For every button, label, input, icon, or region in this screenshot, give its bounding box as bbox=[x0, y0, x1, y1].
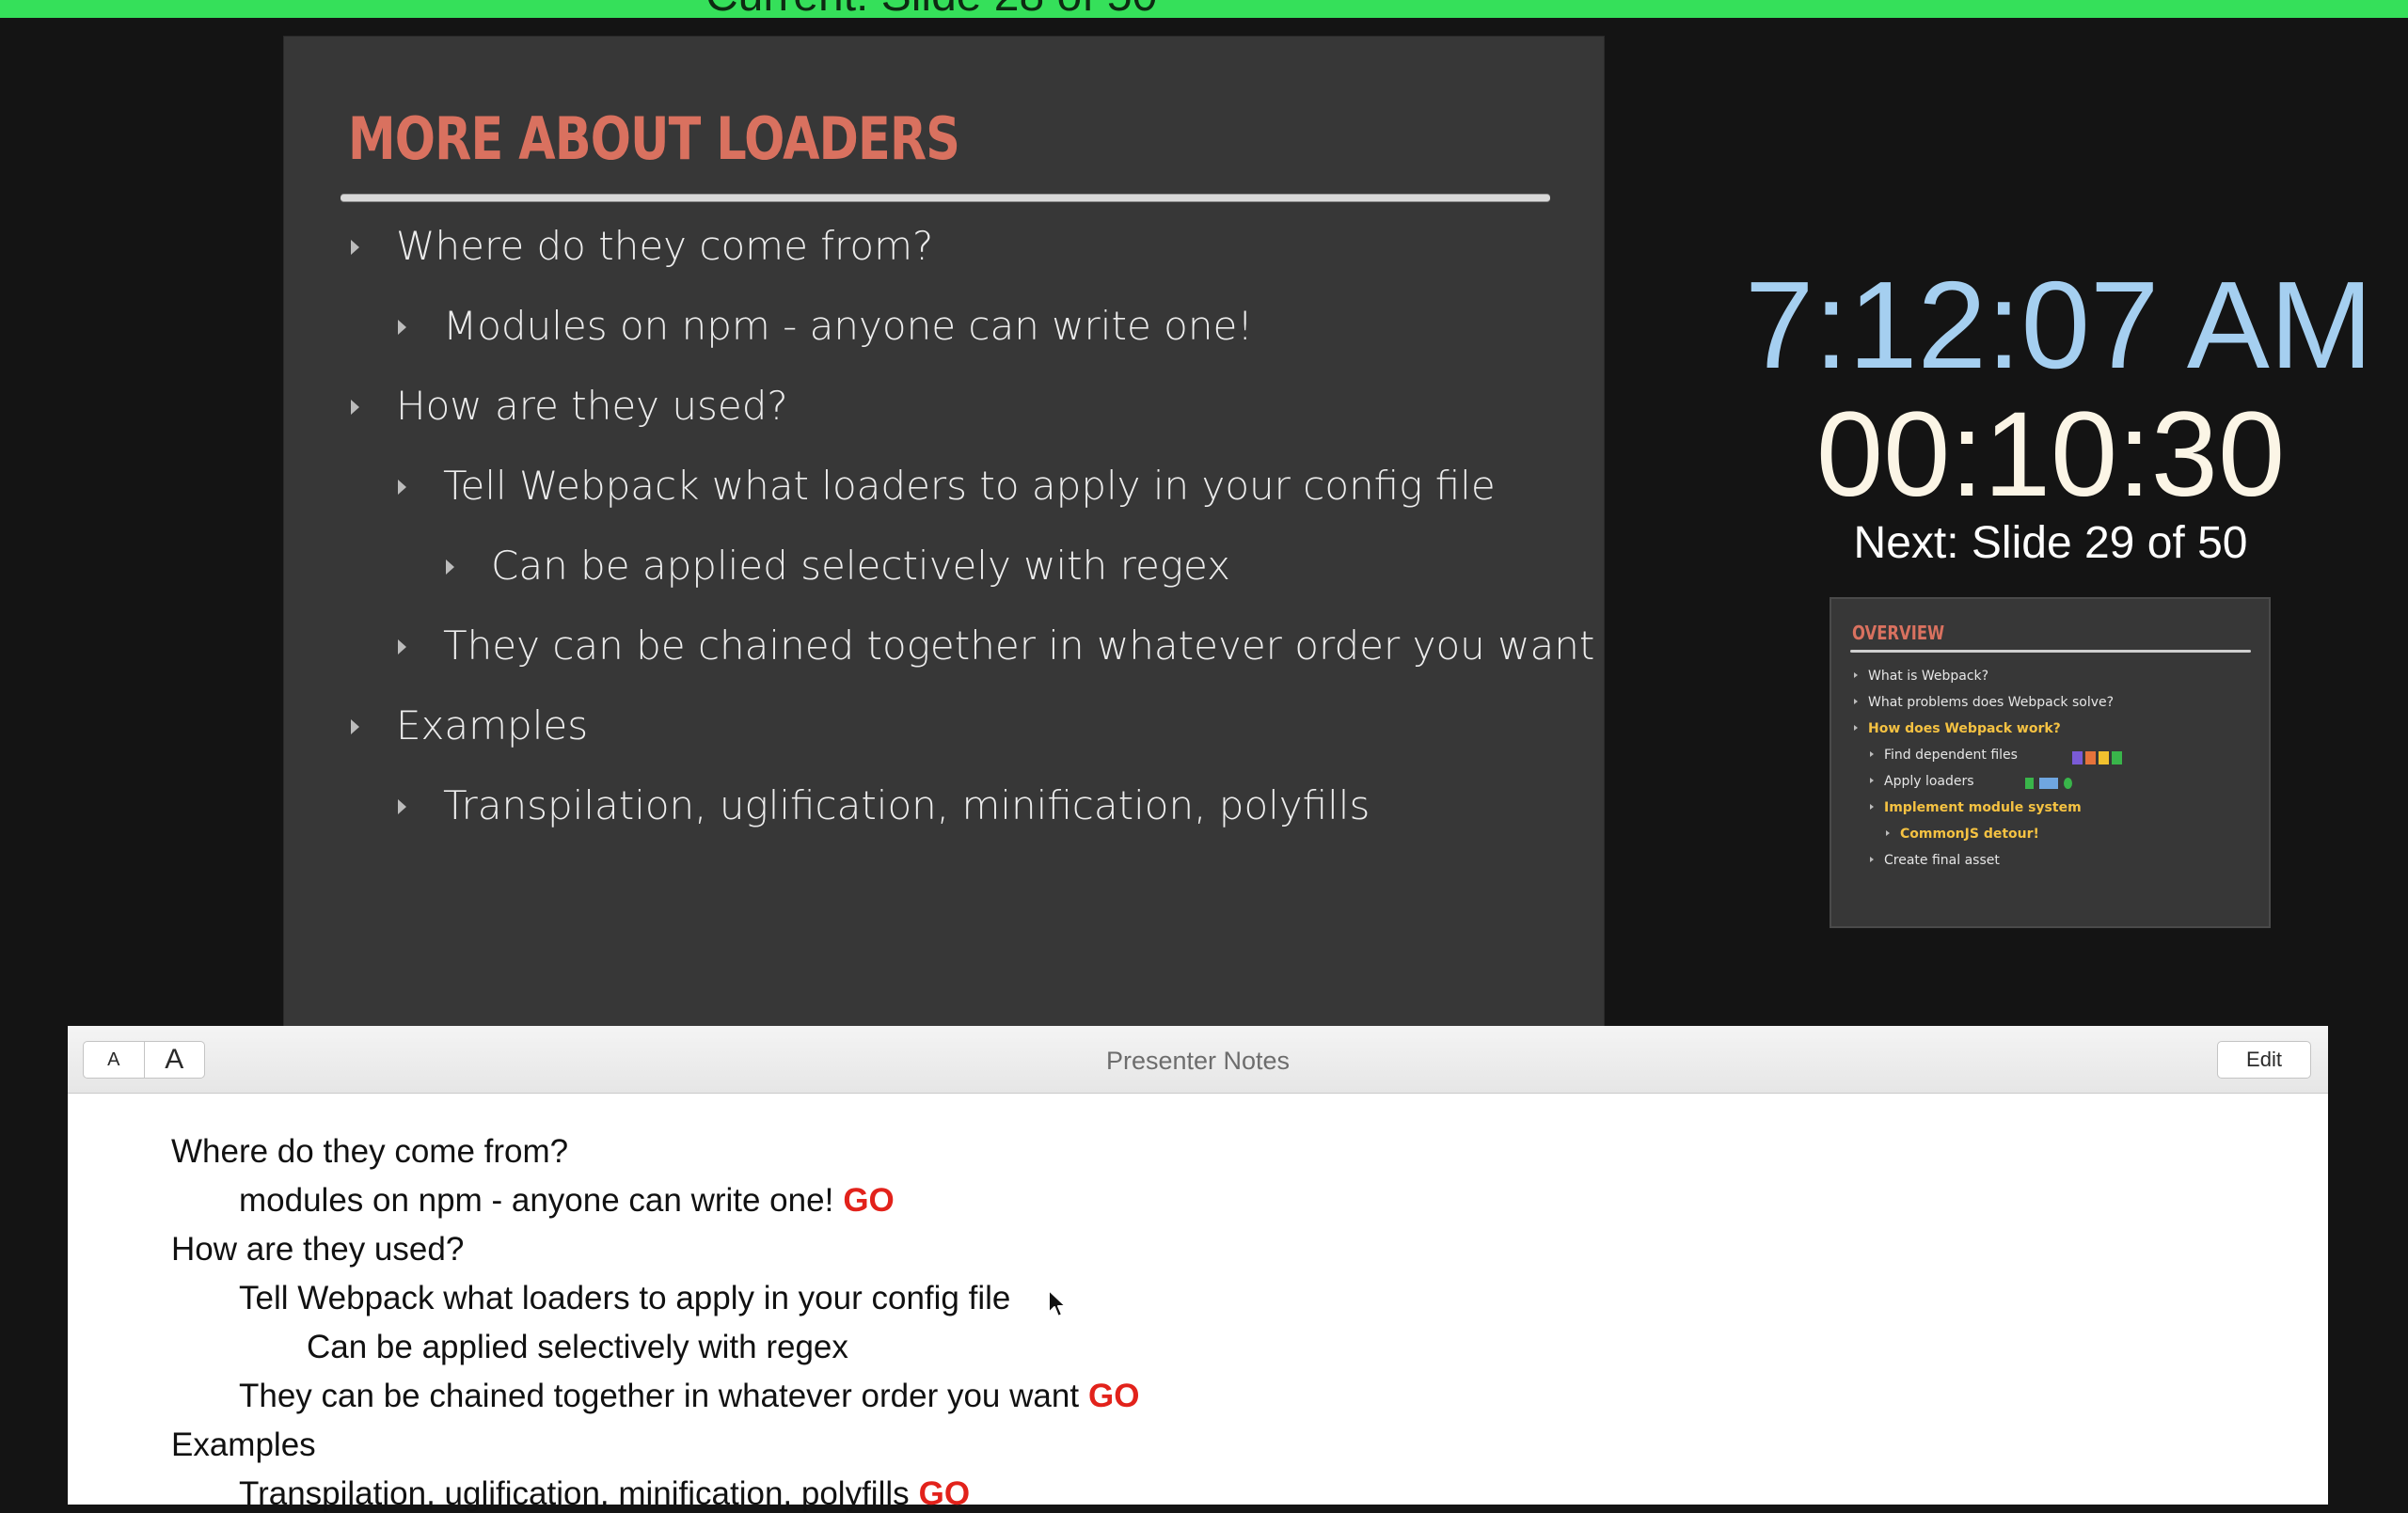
presenter-notes-panel: A A Presenter Notes Edit Where do they c… bbox=[68, 1026, 2328, 1512]
current-time: 7:12:07 AM bbox=[1745, 256, 2373, 394]
edit-notes-button[interactable]: Edit bbox=[2217, 1041, 2311, 1079]
slide-bullet: Where do they come from? bbox=[351, 223, 933, 269]
thumbnail-item: CommonJS detour! bbox=[1886, 827, 2039, 842]
slide-bullet: Modules on npm - anyone can write one! bbox=[398, 303, 1253, 349]
note-line[interactable]: They can be chained together in whatever… bbox=[239, 1378, 1140, 1415]
bullet-arrow-icon bbox=[1870, 778, 1874, 783]
note-line[interactable]: modules on npm - anyone can write one! GO bbox=[239, 1182, 895, 1220]
bullet-arrow-icon bbox=[398, 320, 406, 335]
thumbnail-title-rule bbox=[1850, 650, 2251, 653]
thumbnail-item: How does Webpack work? bbox=[1854, 721, 2061, 736]
bullet-arrow-icon bbox=[1886, 830, 1890, 836]
note-line[interactable]: Where do they come from? bbox=[171, 1133, 568, 1171]
current-slide-label: Current: Slide 28 of 50 bbox=[705, 0, 1157, 18]
slide-title-rule bbox=[341, 195, 1550, 201]
bullet-arrow-icon bbox=[398, 799, 406, 814]
bullet-arrow-icon bbox=[1870, 804, 1874, 810]
thumbnail-item: Implement module system bbox=[1870, 800, 2082, 815]
bullet-arrow-icon bbox=[351, 400, 359, 415]
thumbnail-item: What problems does Webpack solve? bbox=[1854, 695, 2114, 710]
note-line[interactable]: Examples bbox=[171, 1426, 316, 1464]
bullet-arrow-icon bbox=[1854, 672, 1858, 678]
thumbnail-title: OVERVIEW bbox=[1852, 622, 1945, 644]
note-line[interactable]: How are they used? bbox=[171, 1231, 464, 1269]
loader-pipeline-icon bbox=[2025, 778, 2072, 789]
current-slide-bar: Current: Slide 28 of 50 bbox=[0, 0, 2408, 18]
go-marker: GO bbox=[1088, 1378, 1140, 1414]
slide-bullet: How are they used? bbox=[351, 383, 788, 429]
thumbnail-item: Apply loaders bbox=[1870, 774, 2072, 789]
bullet-arrow-icon bbox=[1870, 751, 1874, 757]
thumbnail-item: Find dependent files bbox=[1870, 748, 2122, 764]
go-marker: GO bbox=[843, 1182, 895, 1219]
presenter-notes-toolbar: A A Presenter Notes Edit bbox=[68, 1026, 2328, 1094]
slide-bullet: Can be applied selectively with regex bbox=[446, 543, 1230, 589]
file-blocks-icon bbox=[2072, 751, 2122, 764]
slide-bullet: Tell Webpack what loaders to apply in yo… bbox=[398, 463, 1496, 509]
go-marker: GO bbox=[918, 1475, 971, 1512]
slide-bullet: Examples bbox=[351, 702, 588, 749]
slide-bullet: They can be chained together in whatever… bbox=[398, 623, 1594, 669]
current-slide: MORE ABOUT LOADERS Where do they come fr… bbox=[283, 36, 1605, 1028]
thumbnail-item: Create final asset bbox=[1870, 853, 2000, 868]
bullet-arrow-icon bbox=[398, 639, 406, 654]
mouse-pointer-icon bbox=[1048, 1289, 1067, 1317]
slide-bullet: Transpilation, uglification, minificatio… bbox=[398, 782, 1370, 828]
bullet-arrow-icon bbox=[351, 240, 359, 255]
next-slide-thumbnail[interactable]: OVERVIEW What is Webpack? What problems … bbox=[1830, 597, 2271, 928]
bullet-arrow-icon bbox=[1870, 857, 1874, 862]
bullet-arrow-icon bbox=[446, 559, 454, 575]
slide-title: MORE ABOUT LOADERS bbox=[348, 104, 960, 173]
bullet-arrow-icon bbox=[398, 480, 406, 495]
note-line[interactable]: Tell Webpack what loaders to apply in yo… bbox=[239, 1280, 1010, 1317]
elapsed-timer: 00:10:30 bbox=[1815, 387, 2286, 522]
note-line[interactable]: Can be applied selectively with regex bbox=[307, 1329, 848, 1366]
note-line[interactable]: Transpilation, uglification, minificatio… bbox=[239, 1475, 970, 1513]
bullet-arrow-icon bbox=[1854, 725, 1858, 731]
thumbnail-item: What is Webpack? bbox=[1854, 669, 1988, 684]
next-slide-label: Next: Slide 29 of 50 bbox=[1853, 518, 2248, 568]
presenter-notes-title: Presenter Notes bbox=[1105, 1047, 1291, 1075]
bullet-arrow-icon bbox=[351, 719, 359, 734]
bullet-arrow-icon bbox=[1854, 699, 1858, 704]
